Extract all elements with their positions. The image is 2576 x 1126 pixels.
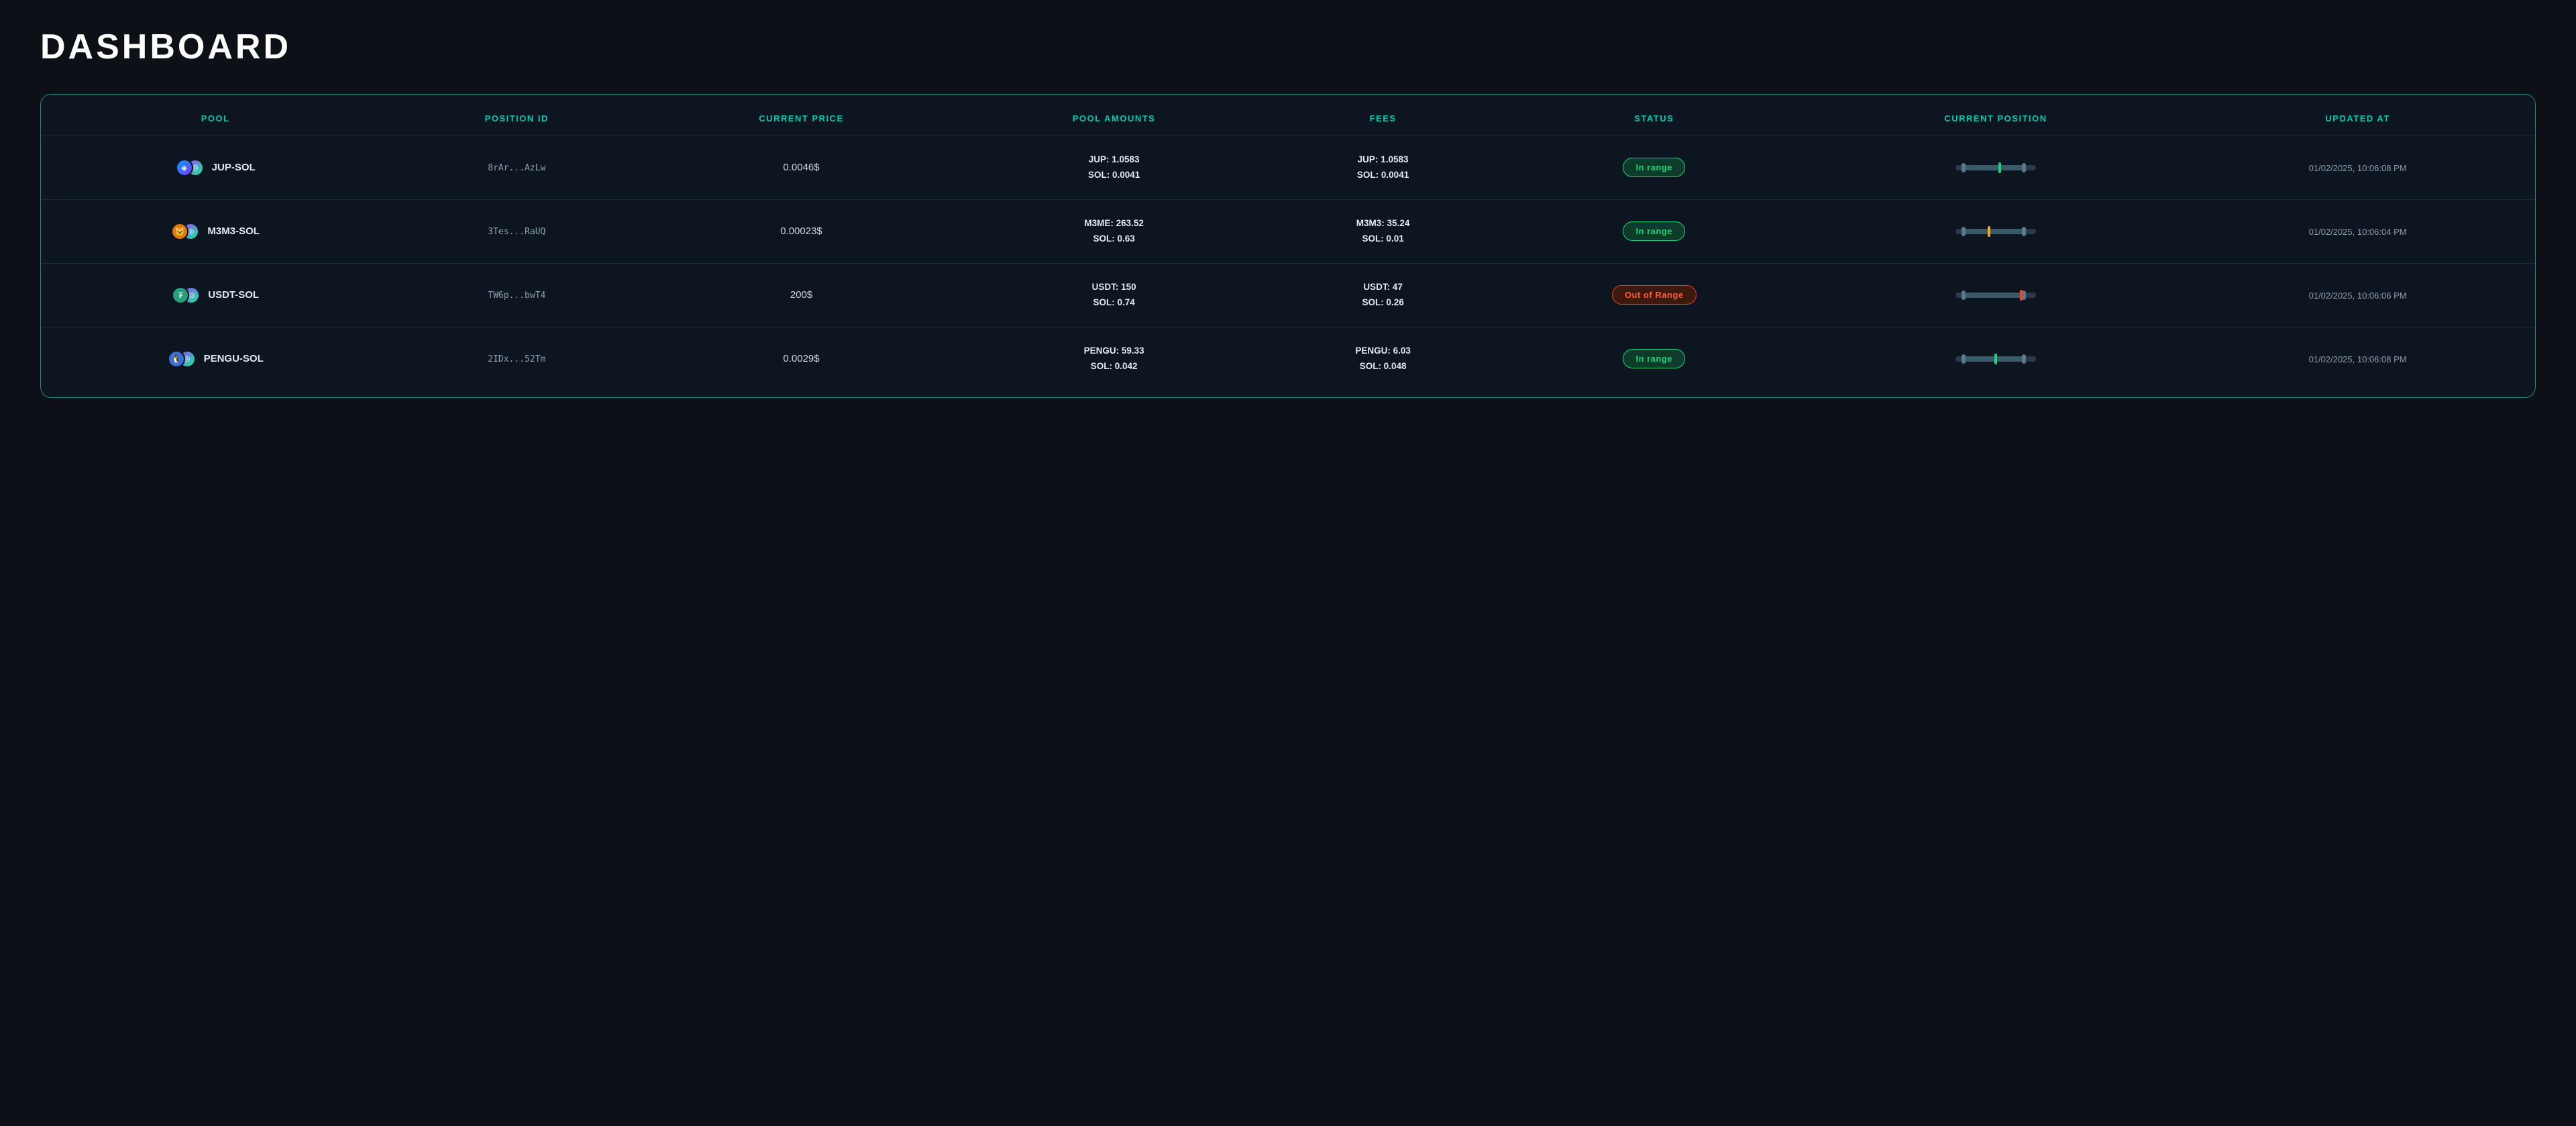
updated-at-1: 01/02/2025, 10:06:04 PM (2180, 199, 2535, 263)
pool-name-1: M3M3-SOL (207, 225, 260, 237)
position-id-0: 8rAr...AzLw (390, 136, 643, 200)
col-fees: FEES (1269, 101, 1497, 136)
status-0: In range (1497, 136, 1811, 200)
current-price-3: 0.0029$ (643, 327, 959, 390)
pool-amounts-2: USDT: 150 SOL: 0.74 (959, 263, 1269, 327)
col-updated-at: UPDATED AT (2180, 101, 2535, 136)
status-badge-3: In range (1623, 349, 1685, 368)
table-row: ₮ ◎ USDT-SOL TW6p...bwT4 200$ (41, 263, 2535, 327)
table-row: ◈ ◎ JUP-SOL 8rAr...AzLw 0.0046$ (41, 136, 2535, 200)
status-3: In range (1497, 327, 1811, 390)
status-badge-0: In range (1623, 158, 1685, 177)
current-position-2 (1811, 263, 2180, 327)
current-position-0 (1811, 136, 2180, 200)
position-id-1: 3Tes...RaUQ (390, 199, 643, 263)
pool-cell-0: ◈ ◎ JUP-SOL (41, 136, 390, 200)
current-price-1: 0.00023$ (643, 199, 959, 263)
status-1: In range (1497, 199, 1811, 263)
pool-amounts-1: M3ME: 263.52 SOL: 0.63 (959, 199, 1269, 263)
col-current-price: CURRENT PRICE (643, 101, 959, 136)
fees-3: PENGU: 6.03 SOL: 0.048 (1269, 327, 1497, 390)
pool-cell-2: ₮ ◎ USDT-SOL (41, 263, 390, 327)
current-price-0: 0.0046$ (643, 136, 959, 200)
main-table-container: POOL POSITION ID CURRENT PRICE POOL AMOU… (40, 94, 2536, 398)
page-title: DASHBOARD (40, 27, 2536, 67)
updated-at-2: 01/02/2025, 10:06:06 PM (2180, 263, 2535, 327)
col-pool: POOL (41, 101, 390, 136)
pool-cell-1: 🐱 ◎ M3M3-SOL (41, 199, 390, 263)
position-id-2: TW6p...bwT4 (390, 263, 643, 327)
positions-table: POOL POSITION ID CURRENT PRICE POOL AMOU… (41, 101, 2535, 391)
pool-cell-3: 🐧 ◎ PENGU-SOL (41, 327, 390, 390)
pool-name-3: PENGU-SOL (204, 353, 264, 364)
fees-2: USDT: 47 SOL: 0.26 (1269, 263, 1497, 327)
pool-amounts-0: JUP: 1.0583 SOL: 0.0041 (959, 136, 1269, 200)
position-id-3: 2IDx...52Tm (390, 327, 643, 390)
pool-name-2: USDT-SOL (208, 289, 259, 301)
pool-name-0: JUP-SOL (212, 162, 256, 173)
current-price-2: 200$ (643, 263, 959, 327)
fees-0: JUP: 1.0583 SOL: 0.0041 (1269, 136, 1497, 200)
col-position-id: POSITION ID (390, 101, 643, 136)
pool-amounts-3: PENGU: 59.33 SOL: 0.042 (959, 327, 1269, 390)
table-row: 🐱 ◎ M3M3-SOL 3Tes...RaUQ 0.00023$ (41, 199, 2535, 263)
col-current-position: CURRENT POSITION (1811, 101, 2180, 136)
fees-1: M3M3: 35.24 SOL: 0.01 (1269, 199, 1497, 263)
status-2: Out of Range (1497, 263, 1811, 327)
updated-at-0: 01/02/2025, 10:06:08 PM (2180, 136, 2535, 200)
status-badge-2: Out of Range (1612, 285, 1697, 305)
updated-at-3: 01/02/2025, 10:06:08 PM (2180, 327, 2535, 390)
current-position-1 (1811, 199, 2180, 263)
table-row: 🐧 ◎ PENGU-SOL 2IDx...52Tm 0.0029$ (41, 327, 2535, 390)
current-position-3 (1811, 327, 2180, 390)
status-badge-1: In range (1623, 221, 1685, 241)
col-pool-amounts: POOL AMOUNTS (959, 101, 1269, 136)
col-status: STATUS (1497, 101, 1811, 136)
